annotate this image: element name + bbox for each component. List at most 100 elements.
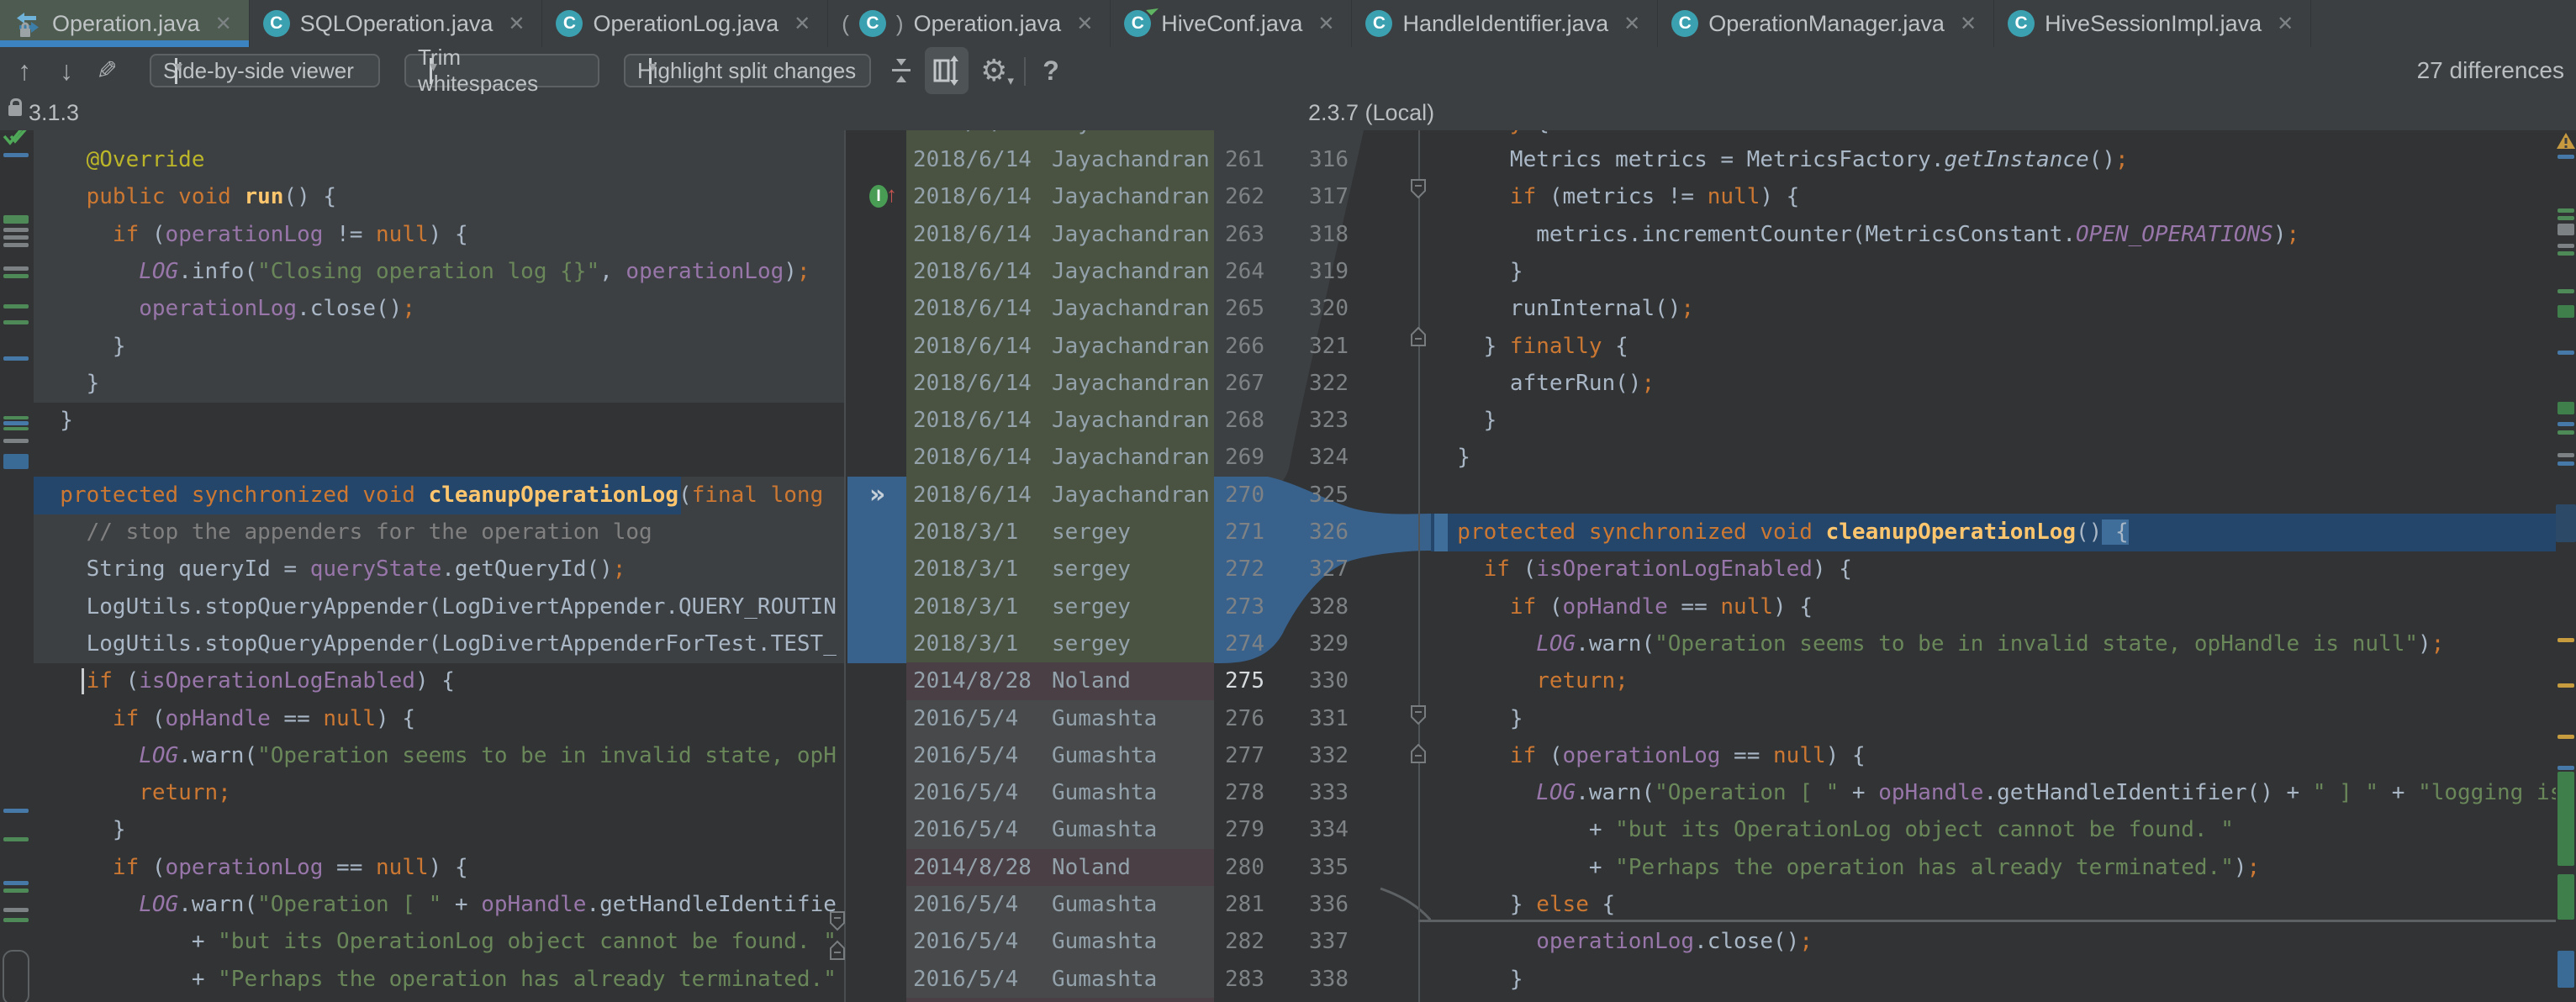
annotation-row[interactable]: 2018/6/14Jayachandran (906, 290, 1214, 328)
annotation-row[interactable]: 2016/5/4Gumashta (906, 700, 1214, 738)
fold-region-marker[interactable] (828, 910, 847, 932)
settings-gear-icon[interactable]: ⚙▾ (977, 47, 1017, 94)
tab-close-icon[interactable]: ✕ (794, 12, 810, 36)
annotation-row[interactable]: 2018/6/14Jayachandran (906, 365, 1214, 403)
tab-close-icon[interactable]: ✕ (215, 12, 232, 36)
edit-source-button[interactable]: ✎ (89, 47, 124, 94)
code-line[interactable]: } (1431, 439, 1470, 477)
annotation-row[interactable]: 2014/8/28Noland (906, 998, 1214, 1002)
annotation-row[interactable]: 2014/8/28Noland (906, 849, 1214, 887)
stripe-mark-blue[interactable] (2558, 155, 2574, 159)
stripe-mark-blue[interactable] (2558, 766, 2574, 770)
annotation-row[interactable]: 2018/6/14Jayachandran (906, 477, 1214, 514)
code-line[interactable]: metrics.incrementCounter(MetricsConstant… (1431, 216, 2299, 254)
annotation-row[interactable]: 2016/5/4Gumashta (906, 737, 1214, 775)
tab-close-icon[interactable]: ✕ (2277, 12, 2294, 36)
annotation-row[interactable]: 2016/5/4Gumashta (906, 923, 1214, 961)
stripe-mark-green[interactable] (2558, 430, 2574, 435)
code-line[interactable]: if (operationLog == null) { (1431, 737, 1866, 775)
annotation-row[interactable]: 2014/8/28Noland (906, 662, 1214, 700)
dropdown-side-by-side-viewer[interactable]: Side-by-side viewer▾ (150, 54, 380, 87)
code-line[interactable]: } finally { (1431, 328, 1628, 366)
warning-triangle-icon[interactable] (2556, 131, 2576, 156)
stripe-mark-gray[interactable] (2558, 224, 2574, 235)
tab-handleidentifier-java[interactable]: CHandleIdentifier.java✕ (1352, 0, 1658, 47)
previous-difference-button[interactable]: ↑ (7, 47, 42, 94)
annotation-row[interactable]: 2016/5/4Gumashta (906, 886, 1214, 924)
annotation-row[interactable]: 2018/6/14Jayachandran (906, 130, 1214, 142)
right-code-pane[interactable]: try { Metrics metrics = MetricsFactory.g… (1431, 130, 2556, 1002)
stripe-mark-biggreen[interactable] (2558, 402, 2574, 414)
stripe-mark-green[interactable] (2558, 251, 2574, 256)
annotation-row[interactable]: 2016/5/4Gumashta (906, 774, 1214, 812)
code-line[interactable]: operationLog.close(); (1431, 923, 1813, 961)
fold-region-marker[interactable] (1409, 743, 1428, 765)
tab-close-icon[interactable]: ✕ (508, 12, 525, 36)
tab-operationmanager-java[interactable]: COperationManager.java✕ (1658, 0, 1994, 47)
annotation-row[interactable]: 2018/6/14Jayachandran (906, 328, 1214, 366)
stripe-mark-orange[interactable] (2558, 735, 2574, 739)
code-line[interactable]: if (opHandle == null) { (1431, 588, 1813, 626)
annotation-row[interactable]: 2018/6/14Jayachandran (906, 402, 1214, 440)
code-line[interactable]: } (1431, 253, 1523, 291)
annotation-row[interactable]: 2018/3/1sergey (906, 514, 1214, 551)
tab-close-icon[interactable]: ✕ (1960, 12, 1977, 36)
stripe-mark-green[interactable] (2558, 289, 2574, 293)
stripe-mark-blue[interactable] (2558, 461, 2574, 466)
annotation-row[interactable]: 2018/3/1sergey (906, 551, 1214, 588)
code-line[interactable]: } (1431, 402, 1497, 440)
tab-close-icon[interactable]: ✕ (1317, 12, 1334, 36)
code-line[interactable]: } (1431, 998, 1497, 1002)
synchronize-scrolling-toggle[interactable] (925, 47, 969, 94)
annotation-row[interactable]: 2018/6/14Jayachandran (906, 253, 1214, 291)
code-line[interactable]: protected synchronized void cleanupOpera… (1431, 514, 2129, 551)
code-line[interactable]: + "but its OperationLog object cannot be… (1431, 811, 2234, 849)
next-difference-button[interactable]: ↓ (49, 47, 84, 94)
stripe-mark-biggreen[interactable] (2558, 874, 2574, 920)
stripe-mark-bigblue[interactable] (2558, 951, 2574, 988)
stripe-mark-biggreen[interactable] (2558, 772, 2574, 866)
tab-sqloperation-java[interactable]: CSQLOperation.java✕ (250, 0, 543, 47)
tab-close-icon[interactable]: ✕ (1076, 12, 1093, 36)
stripe-mark-gray[interactable] (2558, 244, 2574, 248)
tab-operation-java[interactable]: (C)Operation.java✕ (828, 0, 1111, 47)
code-line[interactable]: runInternal(); (1431, 290, 1694, 328)
stripe-mark-gray[interactable] (2558, 453, 2574, 457)
tab-operationlog-java[interactable]: COperationLog.java✕ (542, 0, 828, 47)
tab-close-icon[interactable]: ✕ (1623, 12, 1640, 36)
code-line[interactable]: } (1431, 700, 1523, 738)
code-line[interactable]: + "Perhaps the operation has already ter… (1431, 849, 2260, 887)
code-line[interactable]: Metrics metrics = MetricsFactory.getInst… (1431, 141, 2129, 179)
dropdown-trim-whitespaces[interactable]: Trim whitespaces▾ (404, 54, 599, 87)
tab-operation-java[interactable]: Operation.java✕ (0, 0, 250, 47)
tab-hivesessionimpl-java[interactable]: CHiveSessionImpl.java✕ (1994, 0, 2311, 47)
code-line[interactable]: if (isOperationLogEnabled) { (1431, 551, 1852, 588)
annotation-row[interactable]: 2018/6/14Jayachandran (906, 178, 1214, 216)
stripe-mark-blue[interactable] (2558, 351, 2574, 355)
dropdown-highlight-split-changes[interactable]: Highlight split changes▾ (624, 54, 871, 87)
fold-region-marker[interactable] (828, 940, 847, 962)
code-line[interactable]: LOG.warn("Operation [ " + opHandle.getHa… (1431, 774, 2556, 812)
annotation-row[interactable]: 2018/6/14Jayachandran (906, 141, 1214, 179)
annotation-row[interactable]: 2016/5/4Gumashta (906, 961, 1214, 999)
stripe-mark-orange[interactable] (2558, 638, 2574, 642)
right-error-stripe[interactable] (2556, 130, 2576, 1002)
stripe-mark-view[interactable] (2556, 504, 2576, 542)
annotation-row[interactable]: 2018/3/1sergey (906, 588, 1214, 626)
tab-hiveconf-java[interactable]: CHiveConf.java✕ (1111, 0, 1352, 47)
fold-region-marker[interactable] (1409, 178, 1428, 200)
stripe-mark-biggreen[interactable] (2558, 305, 2574, 318)
code-line[interactable]: afterRun(); (1431, 365, 1655, 403)
fold-region-marker[interactable] (1409, 326, 1428, 348)
annotation-row[interactable]: 2018/6/14Jayachandran (906, 439, 1214, 477)
stripe-mark-orange[interactable] (2558, 683, 2574, 688)
code-line[interactable]: return; (1431, 662, 1628, 700)
help-button[interactable]: ? (1032, 47, 1069, 94)
annotation-row[interactable]: 2018/3/1sergey (906, 625, 1214, 663)
code-line[interactable]: } (1431, 961, 1523, 999)
stripe-mark-blue[interactable] (2558, 422, 2574, 426)
collapse-unchanged-icon[interactable] (884, 47, 918, 94)
code-line[interactable]: try { (1431, 130, 1549, 142)
annotation-row[interactable]: 2018/6/14Jayachandran (906, 216, 1214, 254)
code-line[interactable]: } else { (1431, 886, 1615, 924)
